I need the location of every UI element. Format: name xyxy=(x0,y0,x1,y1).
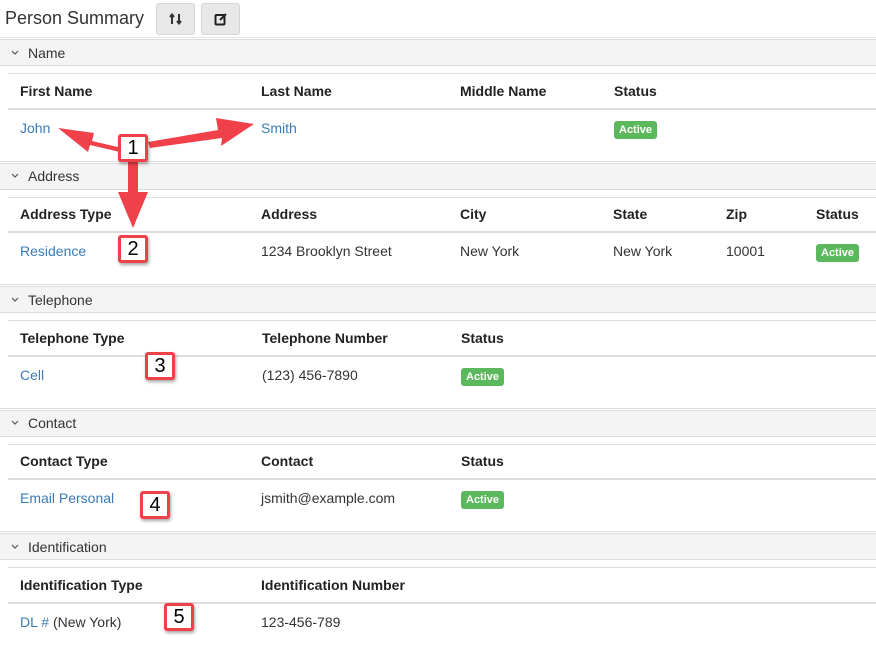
column-header: Zip xyxy=(714,196,804,233)
address-value: 1234 Brooklyn Street xyxy=(261,243,392,259)
column-header: First Name xyxy=(8,73,249,110)
swap-icon xyxy=(168,12,183,25)
status-badge: Active xyxy=(461,367,505,386)
callout-5: 5 xyxy=(164,603,194,631)
column-header: Contact Type xyxy=(8,443,249,480)
column-header: Status xyxy=(449,320,876,357)
column-header: Telephone Number xyxy=(250,320,449,357)
column-header: Identification Type xyxy=(8,567,249,604)
telephone-number-value: (123) 456-7890 xyxy=(262,366,358,383)
telephone-type-link[interactable]: Cell xyxy=(20,367,44,383)
column-header: Address xyxy=(249,196,448,233)
chevron-down-icon xyxy=(10,420,22,426)
identification-type-link[interactable]: DL # xyxy=(20,614,49,630)
table-row: Email Personal jsmith@example.com Active xyxy=(8,479,876,525)
section-header-contact[interactable]: Contact xyxy=(0,409,876,437)
identification-table: Identification Type Identification Numbe… xyxy=(8,567,876,649)
status-badge: Active xyxy=(816,244,860,262)
column-header: City xyxy=(448,196,601,233)
contact-type-link[interactable]: Email Personal xyxy=(20,490,114,506)
callout-4: 4 xyxy=(140,491,170,519)
address-type-link[interactable]: Residence xyxy=(20,243,86,259)
column-header: Telephone Type xyxy=(8,320,250,357)
last-name-link[interactable]: Smith xyxy=(261,120,297,136)
table-header-row: Telephone Type Telephone Number Status xyxy=(8,320,876,357)
page-title: Person Summary xyxy=(5,8,145,28)
callout-2: 2 xyxy=(118,235,148,263)
column-header: Status xyxy=(602,73,876,110)
table-header-row: Address Type Address City State Zip Stat… xyxy=(8,196,876,233)
first-name-link[interactable]: John xyxy=(20,120,50,136)
column-header: State xyxy=(601,196,714,233)
table-row: Cell (123) 456-7890 Active xyxy=(8,356,876,402)
column-header: Contact xyxy=(249,443,449,480)
section-title: Telephone xyxy=(28,291,93,308)
section-header-address[interactable]: Address xyxy=(0,162,876,190)
column-header: Last Name xyxy=(249,73,448,110)
table-row: DL # (New York) 123-456-789 xyxy=(8,603,876,649)
swap-button[interactable] xyxy=(156,2,196,35)
column-header: Status xyxy=(449,443,876,480)
section-header-telephone[interactable]: Telephone xyxy=(0,286,876,313)
edit-icon xyxy=(214,12,228,26)
chevron-down-icon xyxy=(10,50,22,56)
callout-1: 1 xyxy=(118,134,148,162)
middle-name-value xyxy=(448,109,602,155)
edit-button[interactable] xyxy=(201,2,241,35)
contact-panel: Contact Type Contact Status Email Person… xyxy=(0,437,876,532)
chevron-down-icon xyxy=(10,297,22,303)
chevron-down-icon xyxy=(10,173,22,179)
telephone-panel: Telephone Type Telephone Number Status C… xyxy=(0,313,876,409)
table-header-row: First Name Last Name Middle Name Status xyxy=(8,73,876,110)
zip-value: 10001 xyxy=(726,243,765,259)
contact-value: jsmith@example.com xyxy=(261,490,396,506)
section-title: Contact xyxy=(28,415,77,431)
callout-3: 3 xyxy=(145,352,175,380)
section-header-identification[interactable]: Identification xyxy=(0,533,876,560)
column-header: Status xyxy=(804,196,876,233)
status-badge: Active xyxy=(461,491,505,509)
identification-number-value: 123-456-789 xyxy=(261,613,341,630)
section-header-name[interactable]: Name xyxy=(0,39,876,66)
title-bar: Person Summary xyxy=(0,0,876,38)
status-badge: Active xyxy=(614,120,658,139)
column-header: Identification Number xyxy=(249,567,876,604)
column-header: Middle Name xyxy=(448,73,602,110)
identification-panel: Identification Type Identification Numbe… xyxy=(0,560,876,655)
identification-type-suffix: (New York) xyxy=(49,613,122,630)
column-header: Address Type xyxy=(8,196,249,233)
table-header-row: Contact Type Contact Status xyxy=(8,443,876,480)
chevron-down-icon xyxy=(10,544,22,550)
section-title: Identification xyxy=(28,538,107,555)
city-value: New York xyxy=(460,243,520,259)
state-value: New York xyxy=(613,243,673,259)
section-title: Address xyxy=(28,168,80,184)
table-header-row: Identification Type Identification Numbe… xyxy=(8,567,876,604)
contact-table: Contact Type Contact Status Email Person… xyxy=(8,443,876,526)
telephone-table: Telephone Type Telephone Number Status C… xyxy=(8,320,876,402)
section-title: Name xyxy=(28,44,66,61)
